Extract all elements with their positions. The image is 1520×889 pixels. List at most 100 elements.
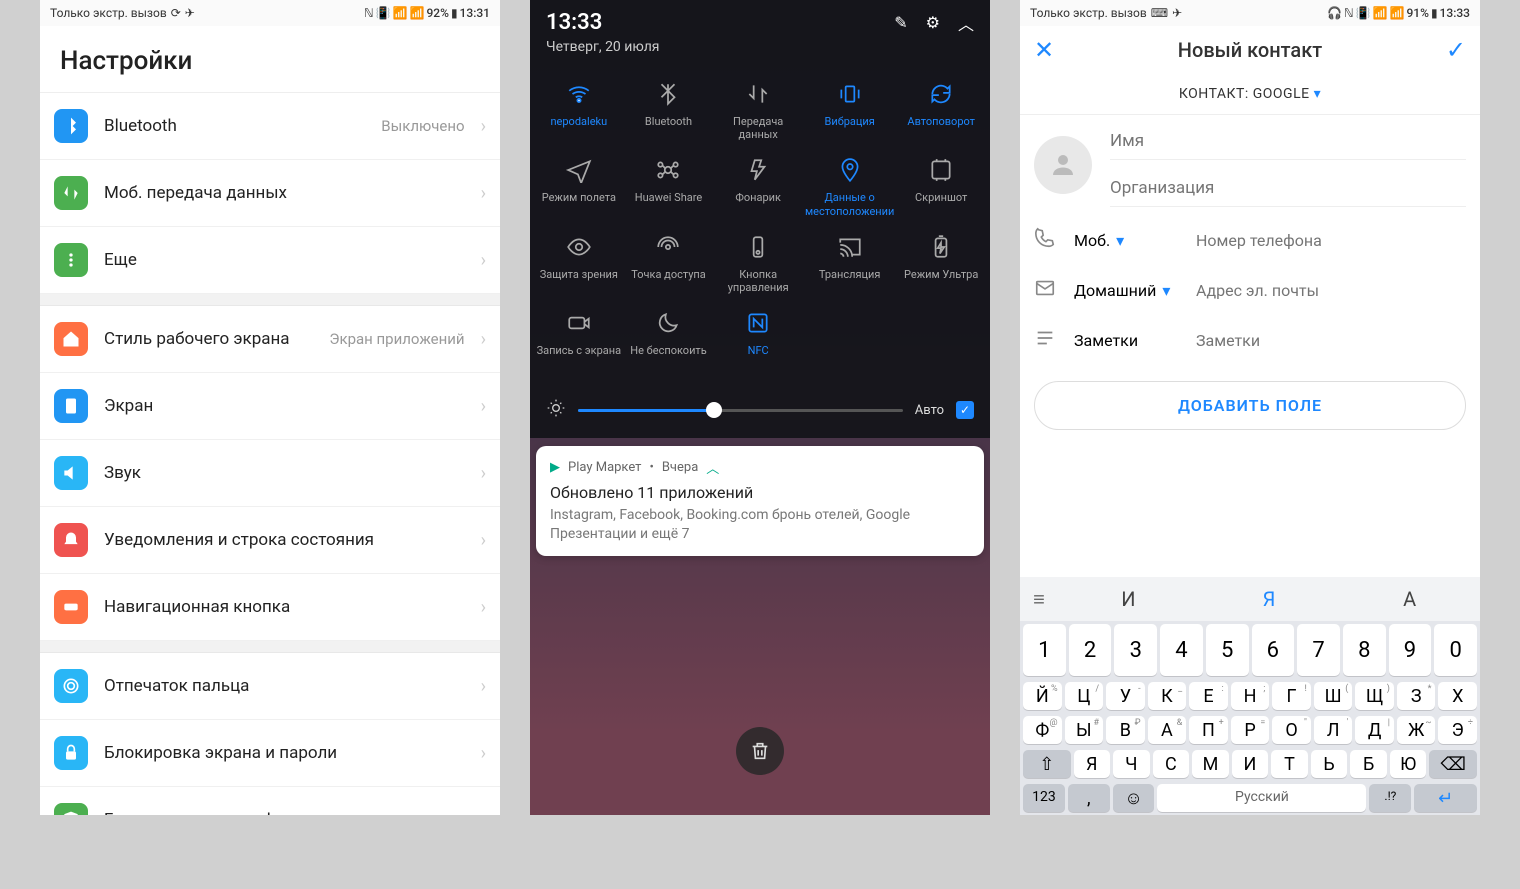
qs-tile-record[interactable]: Запись с экрана: [534, 304, 624, 374]
collapse-icon[interactable]: ︿: [706, 458, 719, 477]
item-security[interactable]: Безопасность и конфиденциальность ›: [40, 787, 500, 815]
key-Ш[interactable]: (Ш: [1314, 682, 1353, 710]
key-space[interactable]: Русский: [1157, 784, 1366, 812]
qs-tile-navdot[interactable]: Кнопка управления: [713, 228, 803, 298]
menu-icon[interactable]: ≡: [1020, 577, 1058, 621]
key-9[interactable]: 9: [1389, 624, 1432, 676]
key-К[interactable]: _К: [1148, 682, 1187, 710]
key-Р[interactable]: =Р: [1231, 716, 1270, 744]
qs-tile-bt[interactable]: Bluetooth: [624, 75, 714, 145]
qs-tile-cast[interactable]: Трансляция: [803, 228, 896, 298]
edit-icon[interactable]: ✎: [894, 13, 907, 32]
item-sound[interactable]: Звук ›: [40, 440, 500, 507]
item-more[interactable]: Еще ›: [40, 227, 500, 294]
settings-list[interactable]: Bluetooth Выключено › Моб. передача данн…: [40, 93, 500, 815]
key-Ю[interactable]: Ю: [1390, 750, 1427, 778]
key-З[interactable]: *З: [1397, 682, 1436, 710]
key-4[interactable]: 4: [1160, 624, 1203, 676]
key-comma[interactable]: ,: [1068, 784, 1110, 812]
key-Н[interactable]: ;Н: [1231, 682, 1270, 710]
qs-tile-plane[interactable]: Режим полета: [534, 151, 624, 221]
key-Л[interactable]: 'Л: [1314, 716, 1353, 744]
key-С[interactable]: С: [1153, 750, 1190, 778]
qs-tile-data[interactable]: Передача данных: [713, 75, 803, 145]
account-selector[interactable]: КОНТАКТ: GOOGLE ▾: [1020, 74, 1480, 115]
key-backspace[interactable]: ⌫: [1429, 750, 1477, 778]
key-Ц[interactable]: /Ц: [1065, 682, 1104, 710]
key-Я[interactable]: Я: [1074, 750, 1111, 778]
gear-icon[interactable]: ⚙: [926, 13, 940, 32]
item-notifications[interactable]: Уведомления и строка состояния ›: [40, 507, 500, 574]
qs-tile-hotspot[interactable]: Точка доступа: [624, 228, 714, 298]
key-О[interactable]: "О: [1272, 716, 1311, 744]
qs-tile-share[interactable]: Huawei Share: [624, 151, 714, 221]
auto-checkbox[interactable]: ✓: [956, 401, 974, 419]
notification-card[interactable]: ▶ Play Маркет • Вчера ︿ Обновлено 11 при…: [536, 446, 984, 556]
key-0[interactable]: 0: [1434, 624, 1477, 676]
key-7[interactable]: 7: [1297, 624, 1340, 676]
qs-tile-location[interactable]: Данные о местоположении: [803, 151, 896, 221]
key-Д[interactable]: |Д: [1355, 716, 1394, 744]
qs-tile-nfc[interactable]: NFC: [713, 304, 803, 374]
item-fingerprint[interactable]: Отпечаток пальца ›: [40, 653, 500, 720]
brightness-slider[interactable]: [578, 409, 903, 412]
key-Ь[interactable]: Ь: [1311, 750, 1348, 778]
key-Е[interactable]: :Е: [1189, 682, 1228, 710]
key-123[interactable]: 123: [1023, 784, 1065, 812]
key-Ы[interactable]: #Ы: [1065, 716, 1104, 744]
qs-tile-wifi[interactable]: nepodaleku: [534, 75, 624, 145]
org-field[interactable]: [1110, 170, 1466, 207]
item-bluetooth[interactable]: Bluetooth Выключено ›: [40, 93, 500, 160]
key-shift[interactable]: ⇧: [1023, 750, 1071, 778]
key-Ф[interactable]: @Ф: [1023, 716, 1062, 744]
item-mobile-data[interactable]: Моб. передача данных ›: [40, 160, 500, 227]
key-В[interactable]: ₽В: [1106, 716, 1145, 744]
qs-tile-screenshot[interactable]: Скриншот: [896, 151, 986, 221]
key-И[interactable]: И: [1232, 750, 1269, 778]
key-Э[interactable]: ÷Э: [1438, 716, 1477, 744]
key-Щ[interactable]: )Щ: [1355, 682, 1394, 710]
add-field-button[interactable]: ДОБАВИТЬ ПОЛЕ: [1034, 381, 1466, 430]
suggest-3[interactable]: А: [1339, 577, 1480, 621]
key-Ж[interactable]: ~Ж: [1397, 716, 1436, 744]
item-lock[interactable]: Блокировка экрана и пароли ›: [40, 720, 500, 787]
key-Х[interactable]: Х: [1438, 682, 1477, 710]
confirm-button[interactable]: ✓: [1436, 36, 1466, 64]
clear-all-button[interactable]: [736, 727, 784, 775]
key-1[interactable]: 1: [1023, 624, 1066, 676]
key-У[interactable]: -У: [1106, 682, 1145, 710]
notes-input[interactable]: [1196, 331, 1466, 350]
qs-tile-moon[interactable]: Не беспокоить: [624, 304, 714, 374]
key-2[interactable]: 2: [1069, 624, 1112, 676]
qs-tile-rotate[interactable]: Автоповорот: [896, 75, 986, 145]
item-display[interactable]: Экран ›: [40, 373, 500, 440]
email-type-selector[interactable]: Домашний ▾: [1074, 281, 1182, 300]
key-enter[interactable]: ↵: [1414, 784, 1477, 812]
key-6[interactable]: 6: [1252, 624, 1295, 676]
avatar-picker[interactable]: [1034, 136, 1092, 194]
key-3[interactable]: 3: [1114, 624, 1157, 676]
phone-input[interactable]: [1196, 231, 1466, 250]
suggest-1[interactable]: И: [1058, 577, 1199, 621]
key-8[interactable]: 8: [1343, 624, 1386, 676]
phone-type-selector[interactable]: Моб. ▾: [1074, 231, 1182, 250]
key-А[interactable]: &А: [1148, 716, 1187, 744]
key-Т[interactable]: Т: [1271, 750, 1308, 778]
key-Г[interactable]: !Г: [1272, 682, 1311, 710]
key-Б[interactable]: Б: [1350, 750, 1387, 778]
key-П[interactable]: +П: [1189, 716, 1228, 744]
qs-tile-flash[interactable]: Фонарик: [713, 151, 803, 221]
key-Й[interactable]: %Й: [1023, 682, 1062, 710]
key-punct[interactable]: .!?: [1369, 784, 1411, 812]
close-button[interactable]: ✕: [1034, 36, 1064, 64]
name-field[interactable]: [1110, 123, 1466, 160]
collapse-icon[interactable]: ︿: [958, 11, 974, 35]
key-М[interactable]: М: [1192, 750, 1229, 778]
qs-tile-battery[interactable]: Режим Ультра: [896, 228, 986, 298]
key-5[interactable]: 5: [1206, 624, 1249, 676]
qs-tile-vibrate[interactable]: Вибрация: [803, 75, 896, 145]
item-nav-button[interactable]: Навигационная кнопка ›: [40, 574, 500, 641]
key-emoji[interactable]: ☺: [1113, 784, 1155, 812]
email-input[interactable]: [1196, 281, 1466, 300]
qs-tile-eye[interactable]: Защита зрения: [534, 228, 624, 298]
